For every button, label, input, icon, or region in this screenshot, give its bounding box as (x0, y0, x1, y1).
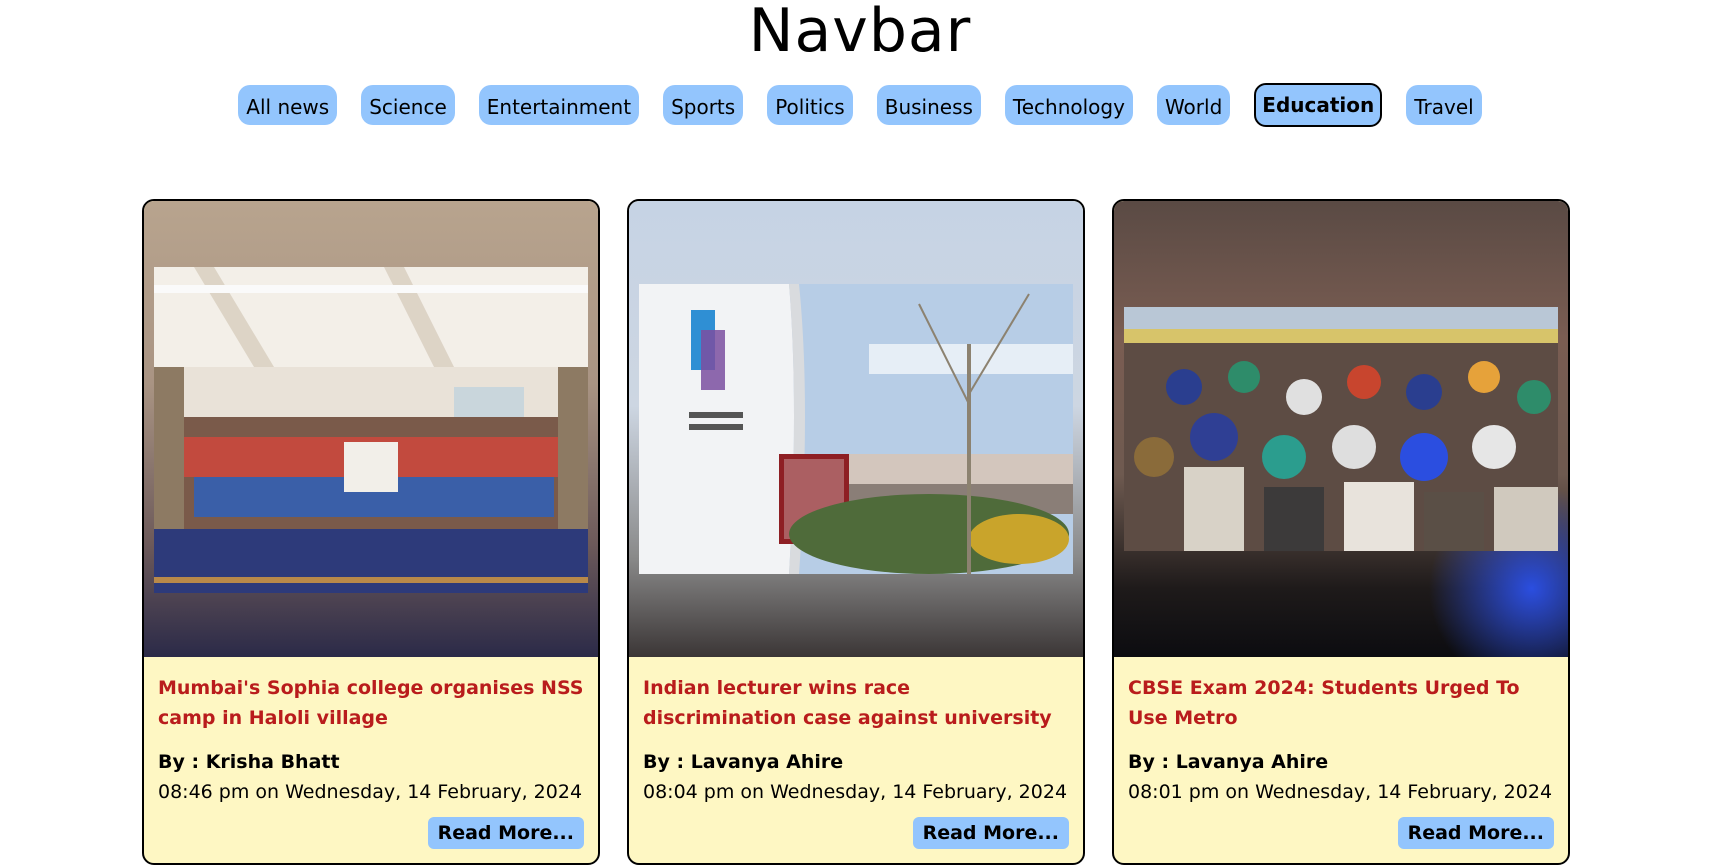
article-title[interactable]: Mumbai's Sophia college organises NSS ca… (158, 673, 584, 733)
news-card: CBSE Exam 2024: Students Urged To Use Me… (1112, 199, 1570, 865)
nav-technology-button[interactable]: Technology (1004, 85, 1133, 125)
nav-sports-button[interactable]: Sports (663, 85, 744, 125)
article-date: 08:46 pm on Wednesday, 14 February, 2024 (158, 781, 583, 803)
nav-business-button[interactable]: Business (876, 85, 981, 125)
news-card: Indian lecturer wins race discrimination… (627, 199, 1085, 865)
article-title[interactable]: CBSE Exam 2024: Students Urged To Use Me… (1128, 673, 1554, 733)
nav-all-news-button[interactable]: All news (238, 85, 338, 125)
news-image (144, 201, 598, 657)
nav-travel-button[interactable]: Travel (1406, 85, 1482, 125)
card-body: CBSE Exam 2024: Students Urged To Use Me… (1114, 657, 1568, 807)
article-author: By : Krisha Bhatt (158, 751, 340, 773)
nav-politics-button[interactable]: Politics (767, 85, 853, 125)
article-title[interactable]: Indian lecturer wins race discrimination… (643, 673, 1069, 733)
read-more-button[interactable]: Read More... (912, 817, 1069, 849)
nav-science-button[interactable]: Science (361, 85, 455, 125)
article-date: 08:01 pm on Wednesday, 14 February, 2024 (1128, 781, 1553, 803)
college-group-photo (154, 267, 588, 593)
news-image (1114, 201, 1568, 657)
nav-education-button[interactable]: Education (1254, 83, 1383, 127)
news-card-grid: Mumbai's Sophia college organises NSS ca… (142, 199, 1578, 865)
article-date: 08:04 pm on Wednesday, 14 February, 2024 (643, 781, 1068, 803)
card-body: Mumbai's Sophia college organises NSS ca… (144, 657, 598, 807)
read-more-button[interactable]: Read More... (1397, 817, 1554, 849)
university-building-photo (639, 284, 1073, 574)
nav-entertainment-button[interactable]: Entertainment (478, 85, 640, 125)
page-title: Navbar (748, 0, 972, 66)
category-navbar: All news Science Entertainment Sports Po… (0, 83, 1720, 127)
article-author: By : Lavanya Ahire (643, 751, 844, 773)
nav-world-button[interactable]: World (1156, 85, 1231, 125)
card-body: Indian lecturer wins race discrimination… (629, 657, 1083, 807)
news-image (629, 201, 1083, 657)
read-more-button[interactable]: Read More... (427, 817, 584, 849)
news-card: Mumbai's Sophia college organises NSS ca… (142, 199, 600, 865)
crowd-protest-photo (1124, 307, 1558, 551)
article-author: By : Lavanya Ahire (1128, 751, 1329, 773)
